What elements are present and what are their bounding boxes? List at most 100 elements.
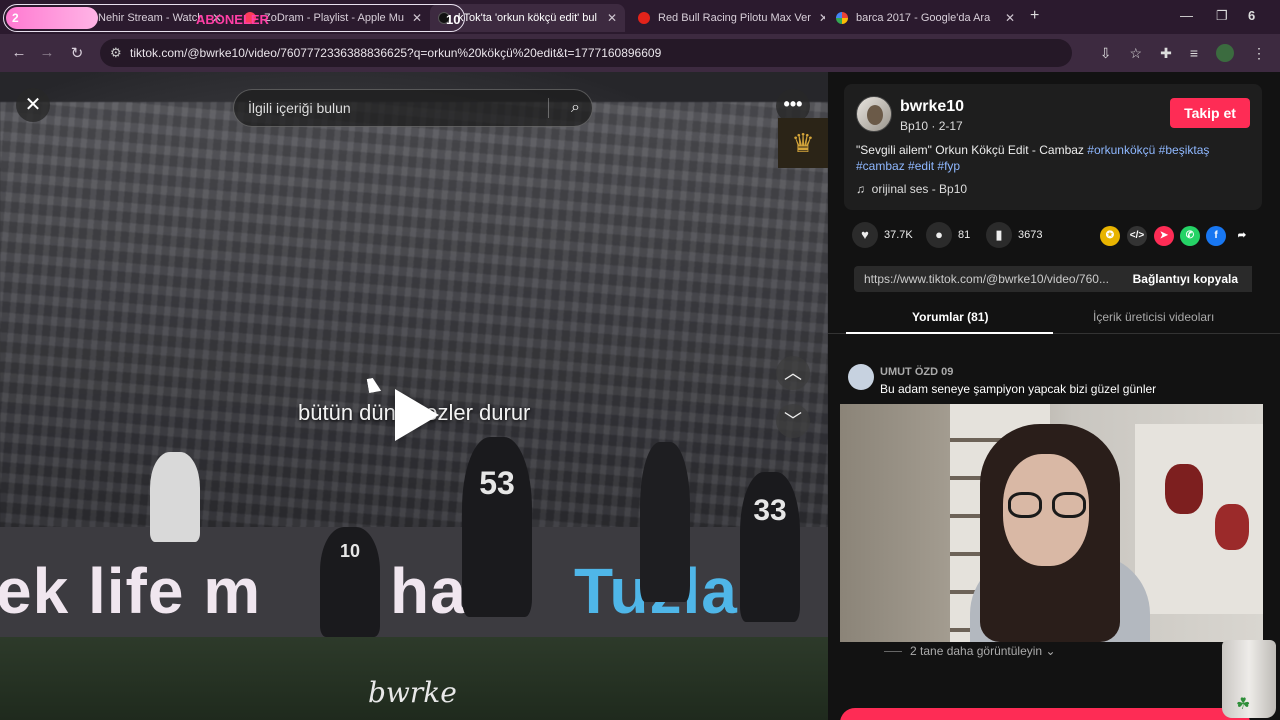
close-tab-icon[interactable]: ✕ bbox=[997, 11, 1015, 25]
toolbar-icons: ⇩ ☆ ✚ ≡ ⋮ bbox=[1100, 34, 1280, 72]
glasses bbox=[1008, 492, 1088, 518]
extensions-icon[interactable]: ✚ bbox=[1160, 45, 1172, 62]
close-tab-icon[interactable]: ✕ bbox=[404, 11, 422, 25]
hashtag-link[interactable]: #fyp bbox=[937, 159, 960, 173]
save-count: 3673 bbox=[1018, 229, 1043, 241]
reload-icon[interactable]: ↻ bbox=[62, 44, 92, 62]
hashtag-link[interactable]: #edit bbox=[908, 159, 934, 173]
close-tab-icon[interactable]: ✕ bbox=[599, 11, 617, 25]
commenter-avatar[interactable] bbox=[848, 364, 874, 390]
copy-link-button[interactable]: Bağlantıyı kopyala bbox=[1118, 266, 1252, 292]
handprint bbox=[1165, 464, 1203, 514]
share-link-field[interactable]: https://www.tiktok.com/@bwrke10/video/76… bbox=[854, 266, 1252, 292]
site-info-icon[interactable]: ⚙ bbox=[110, 45, 122, 61]
forward-arrow-icon[interactable]: → bbox=[32, 44, 62, 61]
jersey-number: 10 bbox=[339, 541, 361, 561]
music-note-icon: ♫ bbox=[856, 182, 865, 196]
chevron-down-icon: ⌄ bbox=[1045, 644, 1056, 658]
whatsapp-icon[interactable]: ✆ bbox=[1180, 226, 1200, 246]
new-tab-button[interactable]: + bbox=[1030, 7, 1039, 25]
more-replies-label: 2 tane daha görüntüleyin bbox=[910, 644, 1043, 658]
post-description: "Sevgili ailem" Orkun Kökçü Edit - Camba… bbox=[856, 142, 1252, 174]
jersey-number: 33 bbox=[753, 494, 787, 527]
minimize-icon[interactable]: — bbox=[1180, 8, 1193, 23]
player-figure bbox=[150, 452, 200, 542]
play-icon[interactable] bbox=[395, 389, 439, 441]
tab-comments[interactable]: Yorumlar (81) bbox=[912, 310, 988, 324]
install-app-icon[interactable]: ⇩ bbox=[1100, 45, 1112, 62]
post-actions: ♥ 37.7K ● 81 ▮ 3673 ✪ </> ➤ ✆ f ➦ bbox=[844, 222, 1262, 254]
crowd-background bbox=[0, 102, 828, 562]
tab-red-bull[interactable]: Red Bull Racing Pilotu Max Ver ✕ bbox=[630, 4, 825, 32]
profile-avatar-icon[interactable] bbox=[1216, 44, 1234, 62]
streamer-webcam bbox=[840, 404, 1263, 642]
tab-group-badge[interactable]: 2 bbox=[6, 7, 98, 29]
share-arrow-icon[interactable]: ➦ bbox=[1232, 226, 1252, 246]
heart-icon: ♥ bbox=[852, 222, 878, 248]
stream-overlay-number: 10 bbox=[446, 12, 461, 27]
close-tab-icon[interactable]: ✕ bbox=[811, 11, 825, 25]
send-to-icon[interactable]: ➤ bbox=[1154, 226, 1174, 246]
chevron-up-icon: ︿ bbox=[784, 363, 802, 383]
close-icon: ✕ bbox=[24, 94, 42, 116]
previous-video-button[interactable]: ︿ bbox=[776, 356, 810, 390]
menu-kebab-icon[interactable]: ⋮ bbox=[1252, 45, 1266, 62]
like-count: 37.7K bbox=[884, 229, 913, 241]
share-friends-icon[interactable]: ✪ bbox=[1100, 226, 1120, 246]
tab-label: kTok'ta 'orkun kökçü edit' bul bbox=[458, 12, 597, 24]
music-title: orijinal ses - Bp10 bbox=[871, 182, 968, 196]
ad-board-text-left: ek life m bbox=[0, 555, 262, 627]
reading-list-icon[interactable]: ≡ bbox=[1190, 45, 1198, 61]
google-favicon-icon bbox=[836, 12, 848, 24]
facebook-icon[interactable]: f bbox=[1206, 226, 1226, 246]
share-link-text: https://www.tiktok.com/@bwrke10/video/76… bbox=[864, 272, 1109, 286]
comment-bubble-icon: ● bbox=[926, 222, 952, 248]
player-figure: 33 bbox=[740, 472, 800, 622]
hashtag-link[interactable]: #beşiktaş bbox=[1159, 143, 1210, 157]
creator-avatar[interactable] bbox=[856, 96, 892, 132]
tab-label: ZoDram - Playlist - Apple Mu bbox=[264, 12, 404, 24]
search-icon[interactable]: ⌕ bbox=[571, 90, 580, 126]
tab-label: Nehir Stream - Watch bbox=[98, 12, 204, 24]
comment-action[interactable]: ● 81 bbox=[926, 222, 970, 248]
follow-button[interactable]: Takip et bbox=[1170, 98, 1250, 128]
browser-toolbar: ← → ↻ ⚙ tiktok.com/@bwrke10/video/760777… bbox=[0, 34, 1280, 72]
bookmark-icon: ▮ bbox=[986, 222, 1012, 248]
creator-username[interactable]: bwrke10 bbox=[900, 98, 964, 116]
description-text: "Sevgili ailem" Orkun Kökçü Edit - Camba… bbox=[856, 143, 1088, 157]
address-bar[interactable]: ⚙ tiktok.com/@bwrke10/video/760777233638… bbox=[100, 39, 1072, 67]
hashtag-link[interactable]: #orkunkökçü bbox=[1087, 143, 1155, 157]
tab-label: barca 2017 - Google'da Ara bbox=[856, 12, 991, 24]
creator-subline: Bp10 · 2-17 bbox=[900, 119, 963, 133]
handprint bbox=[1215, 504, 1249, 550]
save-action[interactable]: ▮ 3673 bbox=[986, 222, 1042, 248]
back-arrow-icon[interactable]: ← bbox=[4, 44, 34, 61]
add-comment-bar[interactable] bbox=[840, 708, 1250, 720]
jersey-number: 53 bbox=[479, 465, 515, 501]
commenter-name[interactable]: UMUT ÖZD 09 bbox=[880, 366, 953, 378]
embed-code-icon[interactable]: </> bbox=[1127, 226, 1147, 246]
bookmark-star-icon[interactable]: ☆ bbox=[1130, 45, 1143, 62]
next-video-button[interactable]: ﹀ bbox=[776, 404, 810, 438]
music-link[interactable]: ♫ orijinal ses - Bp10 bbox=[856, 182, 967, 196]
related-search-input[interactable]: İlgili içeriği bulun ⌕ bbox=[233, 89, 593, 127]
restore-icon[interactable]: ❐ bbox=[1216, 8, 1228, 24]
hashtag-link[interactable]: #cambaz bbox=[856, 159, 905, 173]
comment-text: Bu adam seneye şampiyon yapcak bizi güze… bbox=[880, 382, 1157, 396]
active-tab-indicator bbox=[846, 332, 1053, 334]
browser-tab-strip: Nehir Stream - Watch ✕ ZoDram - Playlist… bbox=[0, 0, 1280, 34]
mouse-cursor-icon bbox=[366, 377, 382, 393]
search-divider bbox=[548, 98, 549, 118]
close-video-button[interactable]: ✕ bbox=[16, 88, 50, 122]
search-placeholder: İlgili içeriği bulun bbox=[248, 100, 351, 116]
glasses-lens bbox=[1052, 492, 1086, 518]
player-figure: 53 bbox=[462, 437, 532, 617]
like-action[interactable]: ♥ 37.7K bbox=[852, 222, 913, 248]
comment-count: 81 bbox=[958, 229, 971, 241]
tab-google-search[interactable]: barca 2017 - Google'da Ara ✕ bbox=[828, 4, 1023, 32]
view-more-replies[interactable]: 2 tane daha görüntüleyin ⌄ bbox=[884, 644, 1056, 658]
tab-creator-videos[interactable]: İçerik üreticisi videoları bbox=[1093, 310, 1214, 324]
ellipsis-icon: ••• bbox=[783, 94, 803, 114]
divider-line bbox=[884, 651, 902, 653]
screen: Nehir Stream - Watch ✕ ZoDram - Playlist… bbox=[0, 0, 1280, 720]
